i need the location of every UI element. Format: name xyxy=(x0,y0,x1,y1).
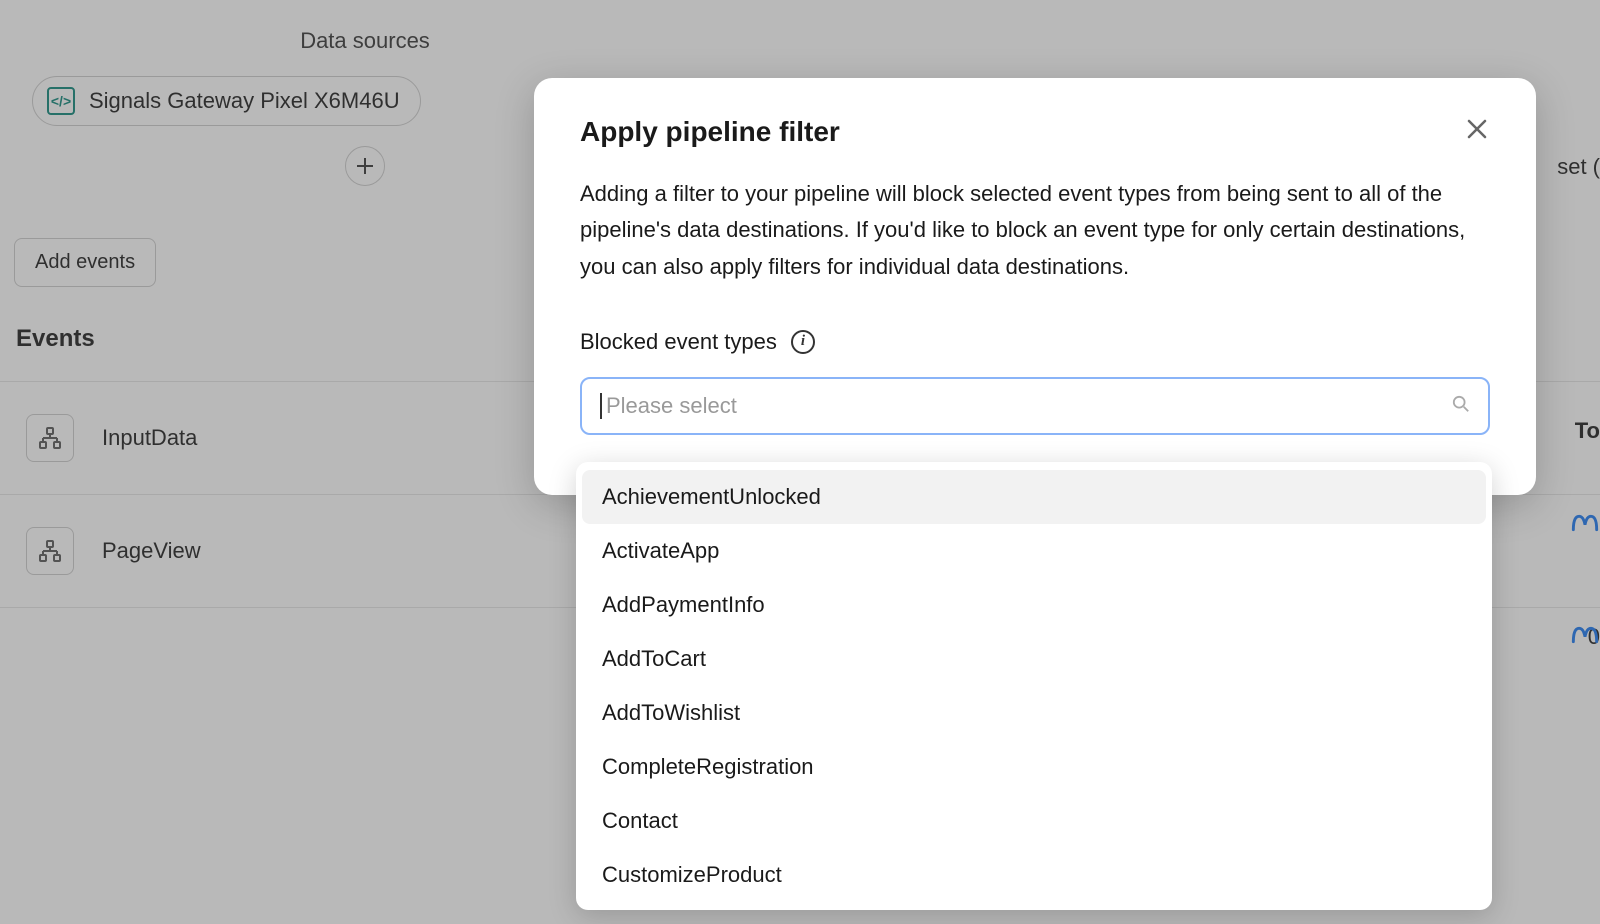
dropdown-item-activateapp[interactable]: ActivateApp xyxy=(582,524,1486,578)
pipeline-filter-modal: Apply pipeline filter Adding a filter to… xyxy=(534,78,1536,495)
dropdown-item-contact[interactable]: Contact xyxy=(582,794,1486,848)
select-placeholder: Please select xyxy=(606,393,737,419)
dropdown-item-addtowishlist[interactable]: AddToWishlist xyxy=(582,686,1486,740)
info-icon[interactable]: i xyxy=(791,330,815,354)
dropdown-item-completeregistration[interactable]: CompleteRegistration xyxy=(582,740,1486,794)
dropdown-item-addpaymentinfo[interactable]: AddPaymentInfo xyxy=(582,578,1486,632)
dropdown-item-customizeproduct[interactable]: CustomizeProduct xyxy=(582,848,1486,902)
blocked-events-select-input[interactable]: Please select xyxy=(580,377,1490,435)
modal-title: Apply pipeline filter xyxy=(580,116,840,148)
dropdown-item-addtocart[interactable]: AddToCart xyxy=(582,632,1486,686)
search-icon xyxy=(1452,393,1470,419)
close-icon xyxy=(1466,118,1488,140)
close-button[interactable] xyxy=(1464,116,1490,147)
blocked-event-types-label: Blocked event types xyxy=(580,329,777,355)
event-types-dropdown: AchievementUnlocked ActivateApp AddPayme… xyxy=(576,462,1492,910)
text-cursor xyxy=(600,393,602,419)
modal-description: Adding a filter to your pipeline will bl… xyxy=(580,176,1490,285)
dropdown-item-achievementunlocked[interactable]: AchievementUnlocked xyxy=(582,470,1486,524)
